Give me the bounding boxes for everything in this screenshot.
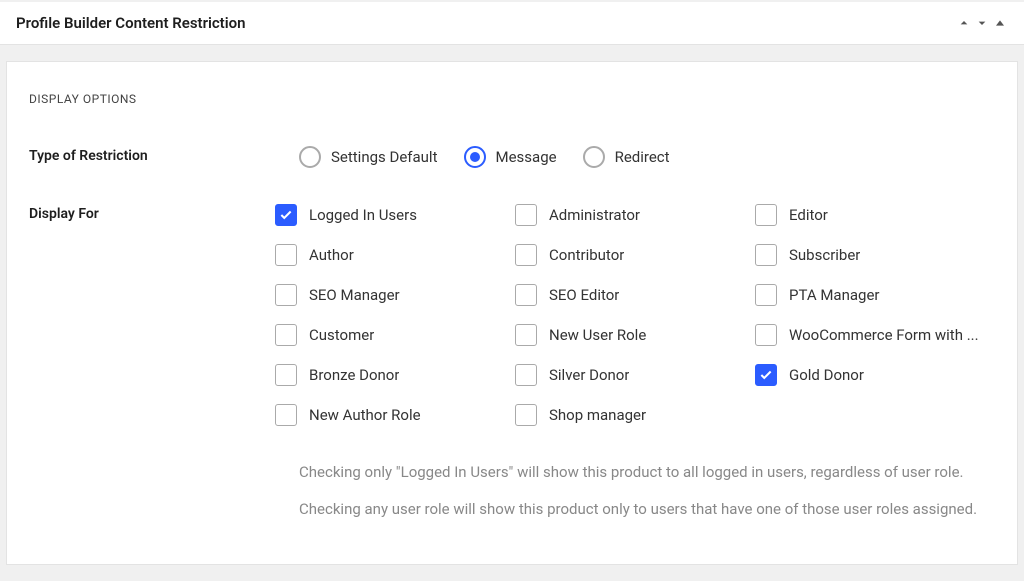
chevron-up-icon[interactable]: [956, 15, 972, 31]
checkbox-editor[interactable]: Editor: [755, 204, 995, 226]
radio-circle[interactable]: [464, 146, 486, 168]
checkbox-label: New Author Role: [309, 406, 421, 424]
checkbox-label: Logged In Users: [309, 206, 417, 224]
checkbox-pta-manager[interactable]: PTA Manager: [755, 284, 995, 306]
display-for-row: Display For Logged In Users Administrator…: [29, 204, 995, 426]
radio-circle[interactable]: [299, 146, 321, 168]
settings-panel: DISPLAY OPTIONS Type of Restriction Sett…: [6, 61, 1018, 565]
restriction-type-row: Type of Restriction Settings Default Mess…: [29, 146, 995, 168]
checkbox-label: SEO Manager: [309, 286, 400, 304]
checkbox-box[interactable]: [275, 324, 297, 346]
check-icon: [279, 208, 293, 222]
checkbox-bronze-donor[interactable]: Bronze Donor: [275, 364, 515, 386]
checkbox-box[interactable]: [755, 324, 777, 346]
checkbox-box[interactable]: [755, 364, 777, 386]
panel-header: Profile Builder Content Restriction: [0, 2, 1024, 45]
checkbox-label: New User Role: [549, 326, 646, 344]
checkbox-box[interactable]: [275, 404, 297, 426]
checkbox-box[interactable]: [755, 284, 777, 306]
checkbox-label: Customer: [309, 326, 374, 344]
display-for-label: Display For: [29, 204, 275, 426]
checkbox-label: Gold Donor: [789, 366, 864, 384]
checkbox-box[interactable]: [515, 404, 537, 426]
checkbox-box[interactable]: [275, 284, 297, 306]
radio-redirect[interactable]: Redirect: [583, 146, 670, 168]
checkbox-logged-in-users[interactable]: Logged In Users: [275, 204, 515, 226]
checkbox-label: Editor: [789, 206, 828, 224]
checkbox-seo-manager[interactable]: SEO Manager: [275, 284, 515, 306]
radio-label: Redirect: [615, 148, 670, 166]
help-text-1: Checking only "Logged In Users" will sho…: [299, 462, 995, 483]
chevron-down-icon[interactable]: [974, 15, 990, 31]
checkbox-label: Silver Donor: [549, 366, 629, 384]
restriction-type-radios: Settings Default Message Redirect: [299, 146, 670, 168]
display-for-checkboxes: Logged In Users Administrator Editor Author…: [275, 204, 995, 426]
checkbox-box[interactable]: [515, 364, 537, 386]
panel-title: Profile Builder Content Restriction: [16, 14, 246, 32]
checkbox-box[interactable]: [275, 364, 297, 386]
checkbox-shop-manager[interactable]: Shop manager: [515, 404, 755, 426]
radio-message[interactable]: Message: [464, 146, 557, 168]
triangle-up-icon[interactable]: [992, 15, 1008, 31]
checkbox-box[interactable]: [515, 244, 537, 266]
checkbox-label: Author: [309, 246, 354, 264]
checkbox-label: PTA Manager: [789, 286, 880, 304]
radio-label: Settings Default: [331, 148, 438, 166]
radio-settings-default[interactable]: Settings Default: [299, 146, 438, 168]
checkbox-new-user-role[interactable]: New User Role: [515, 324, 755, 346]
checkbox-box[interactable]: [275, 244, 297, 266]
checkbox-box[interactable]: [275, 204, 297, 226]
checkbox-silver-donor[interactable]: Silver Donor: [515, 364, 755, 386]
checkbox-gold-donor[interactable]: Gold Donor: [755, 364, 995, 386]
checkbox-box[interactable]: [515, 324, 537, 346]
checkbox-box[interactable]: [515, 284, 537, 306]
checkbox-seo-editor[interactable]: SEO Editor: [515, 284, 755, 306]
checkbox-box[interactable]: [515, 204, 537, 226]
checkbox-box[interactable]: [755, 244, 777, 266]
checkbox-label: Subscriber: [789, 246, 860, 264]
checkbox-contributor[interactable]: Contributor: [515, 244, 755, 266]
radio-circle[interactable]: [583, 146, 605, 168]
section-title: DISPLAY OPTIONS: [29, 92, 995, 106]
checkbox-customer[interactable]: Customer: [275, 324, 515, 346]
checkbox-label: SEO Editor: [549, 286, 619, 304]
checkbox-label: Administrator: [549, 206, 640, 224]
help-text-container: Checking only "Logged In Users" will sho…: [299, 462, 995, 520]
panel-controls: [956, 15, 1008, 31]
checkbox-new-author-role[interactable]: New Author Role: [275, 404, 515, 426]
radio-label: Message: [496, 148, 557, 166]
checkbox-subscriber[interactable]: Subscriber: [755, 244, 995, 266]
check-icon: [759, 368, 773, 382]
checkbox-label: Bronze Donor: [309, 366, 399, 384]
checkbox-woocommerce-form-with-[interactable]: WooCommerce Form with ...: [755, 324, 995, 346]
checkbox-administrator[interactable]: Administrator: [515, 204, 755, 226]
checkbox-label: WooCommerce Form with ...: [789, 326, 979, 344]
checkbox-box[interactable]: [755, 204, 777, 226]
checkbox-label: Contributor: [549, 246, 624, 264]
checkbox-label: Shop manager: [549, 406, 646, 424]
help-text-2: Checking any user role will show this pr…: [299, 499, 995, 520]
restriction-type-label: Type of Restriction: [29, 146, 299, 168]
checkbox-author[interactable]: Author: [275, 244, 515, 266]
